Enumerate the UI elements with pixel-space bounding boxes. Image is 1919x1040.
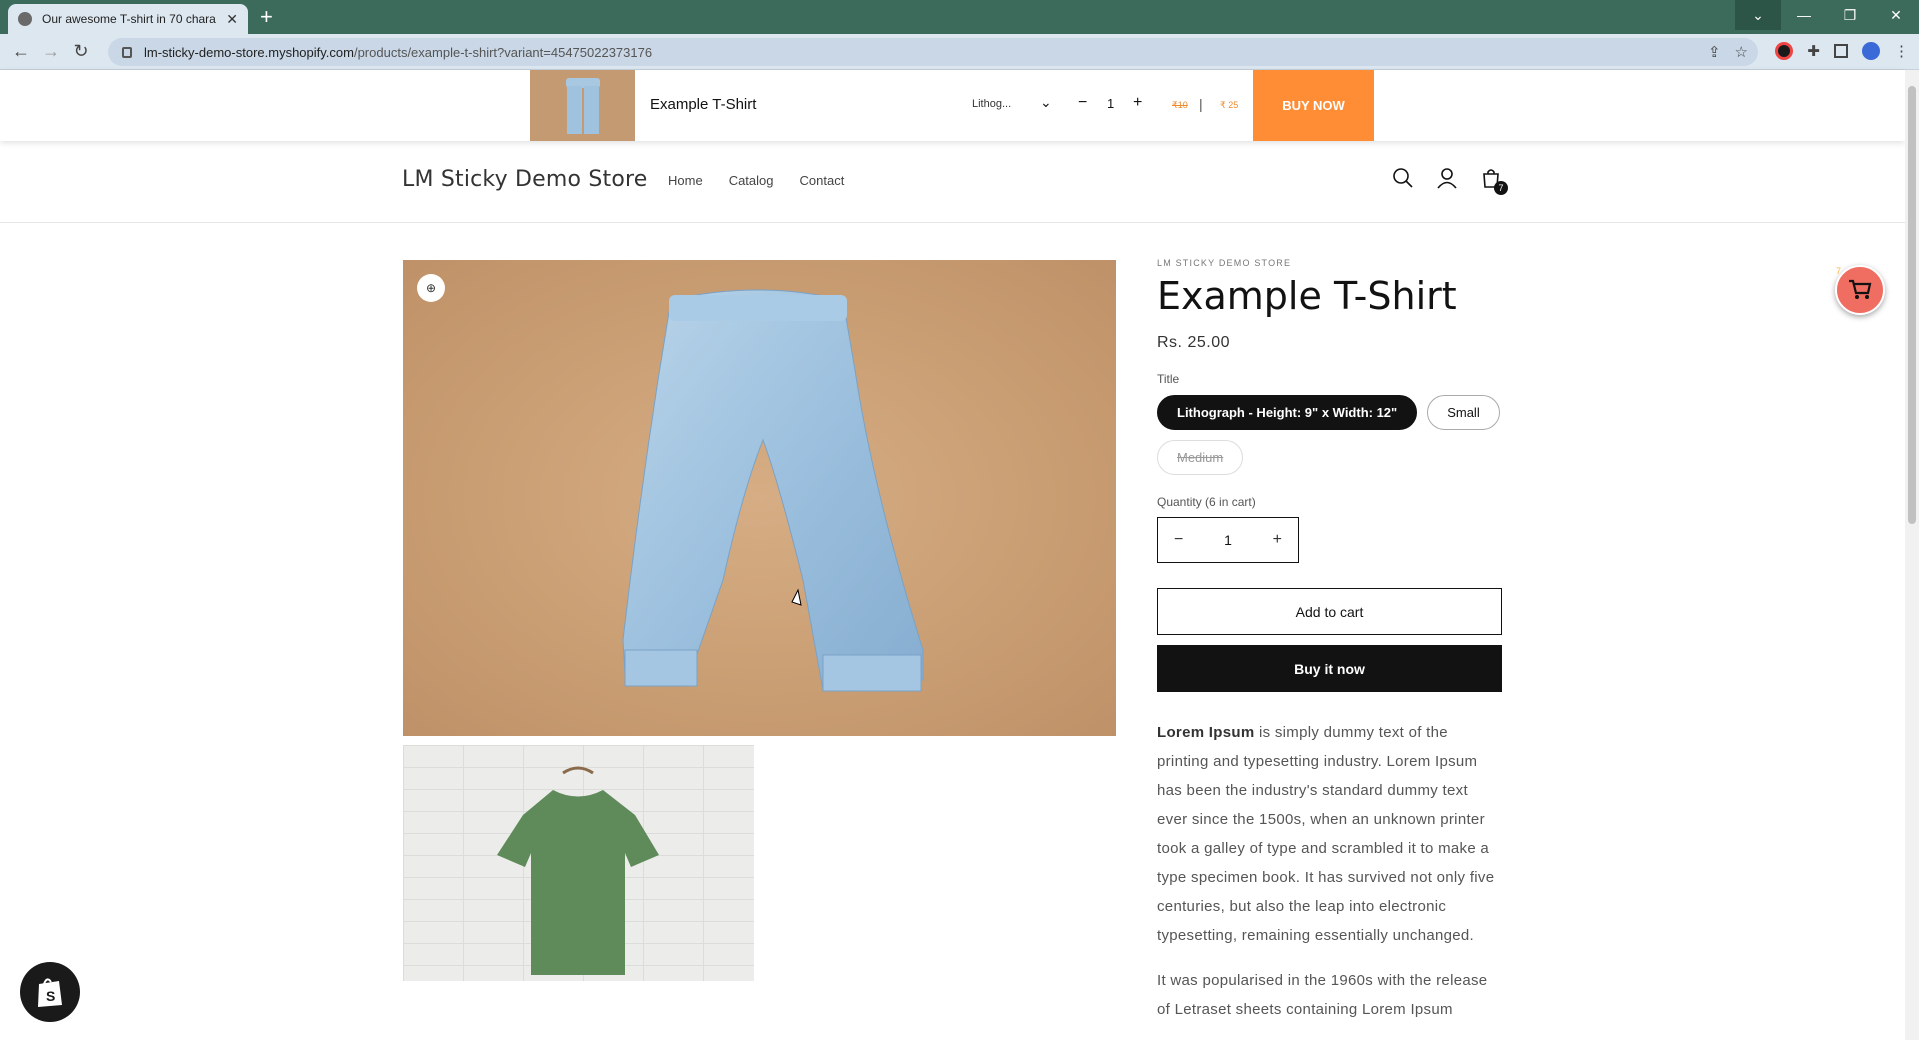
puzzle-icon[interactable]: ✚ — [1807, 42, 1820, 60]
quantity-plus-button[interactable]: + — [1273, 531, 1282, 549]
cart-count-badge: 7 — [1494, 181, 1508, 195]
sticky-price: ₹ 25 — [1220, 100, 1239, 110]
extension-icon[interactable] — [1775, 42, 1794, 60]
description-bold: Lorem Ipsum — [1157, 724, 1255, 741]
store-header: LM Sticky Demo Store Home Catalog Contac… — [0, 141, 1905, 223]
cart-icon[interactable]: 7 — [1480, 167, 1508, 195]
address-bar[interactable]: lm-sticky-demo-store.myshopify.com/produ… — [108, 38, 1758, 66]
tab-close-icon[interactable]: ✕ — [226, 11, 238, 28]
quantity-minus-button[interactable]: − — [1174, 531, 1183, 549]
side-panel-icon[interactable] — [1834, 44, 1848, 58]
variant-option-small[interactable]: Small — [1427, 395, 1500, 430]
share-icon[interactable]: ⇪ — [1708, 43, 1721, 61]
zoom-icon[interactable]: ⊕ — [417, 274, 445, 302]
cart-icon — [1849, 279, 1872, 299]
search-icon[interactable] — [1392, 167, 1414, 191]
jeans-thumbnail-image — [565, 77, 600, 134]
reload-icon[interactable]: ↻ — [66, 41, 96, 62]
nav-catalog[interactable]: Catalog — [729, 173, 774, 188]
sticky-product-name: Example T-Shirt — [650, 96, 757, 113]
variant-options: Lithograph - Height: 9" x Width: 12" Sma… — [1157, 395, 1502, 475]
close-window-button[interactable]: ✕ — [1873, 0, 1919, 30]
url-text[interactable]: lm-sticky-demo-store.myshopify.com/produ… — [144, 45, 652, 60]
product-price: Rs. 25.00 — [1157, 334, 1230, 351]
store-logo[interactable]: LM Sticky Demo Store — [402, 167, 648, 192]
buy-it-now-button[interactable]: Buy it now — [1157, 645, 1502, 692]
sticky-qty-value[interactable]: 1 — [1107, 96, 1114, 111]
extensions-area: ✚ ⋮ — [1775, 42, 1909, 60]
quantity-label: Quantity (6 in cart) — [1157, 495, 1256, 509]
jeans-image — [622, 289, 924, 692]
tab-search-icon[interactable]: ⌄ — [1735, 0, 1781, 30]
window-controls: ⌄ — ❐ ✕ — [1735, 0, 1919, 30]
new-tab-button[interactable]: + — [260, 4, 273, 30]
floating-cart-count: 7 — [1836, 266, 1842, 276]
scrollbar-thumb[interactable] — [1908, 86, 1916, 524]
description-text-1: is simply dummy text of the printing and… — [1157, 724, 1495, 944]
add-to-cart-button[interactable]: Add to cart — [1157, 588, 1502, 635]
url-path: /products/example-t-shirt?variant=454750… — [353, 44, 653, 60]
sticky-buy-now-button[interactable]: BUY NOW — [1253, 70, 1374, 141]
browser-tab[interactable]: Our awesome T-shirt in 70 chara ✕ — [8, 4, 248, 34]
sticky-compare-price: ₹10 — [1172, 100, 1188, 110]
quantity-stepper: − 1 + — [1157, 517, 1299, 563]
sticky-qty-plus-button[interactable]: + — [1133, 94, 1142, 112]
product-main-image[interactable]: ⊕ — [403, 260, 1116, 736]
product-info: LM STICKY DEMO STORE Example T-Shirt Rs.… — [1157, 258, 1502, 1024]
main-nav: Home Catalog Contact — [668, 173, 844, 188]
tab-title: Our awesome T-shirt in 70 chara — [42, 12, 216, 26]
nav-contact[interactable]: Contact — [800, 173, 845, 188]
tshirt-image — [497, 766, 659, 975]
variant-option-lithograph[interactable]: Lithograph - Height: 9" x Width: 12" — [1157, 395, 1418, 430]
restore-button[interactable]: ❐ — [1827, 0, 1873, 30]
description-paragraph: Lorem Ipsum is simply dummy text of the … — [1157, 718, 1502, 950]
price-separator: | — [1199, 96, 1203, 112]
sticky-variant-select[interactable]: Lithog... — [972, 98, 1011, 110]
shopify-chat-button[interactable]: S — [20, 962, 80, 1022]
profile-avatar[interactable] — [1862, 42, 1880, 60]
sticky-add-to-cart-bar: Example T-Shirt Lithog... ⌄ − 1 + ₹10 | … — [0, 70, 1905, 141]
chevron-down-icon[interactable]: ⌄ — [1040, 94, 1052, 111]
menu-kebab-icon[interactable]: ⋮ — [1894, 42, 1909, 60]
product-vendor: LM STICKY DEMO STORE — [1157, 258, 1292, 268]
minimize-button[interactable]: — — [1781, 0, 1827, 30]
option-label: Title — [1157, 372, 1180, 386]
back-icon[interactable]: ← — [6, 41, 36, 62]
url-host: lm-sticky-demo-store.myshopify.com — [144, 44, 354, 60]
quantity-input[interactable]: 1 — [1224, 532, 1232, 548]
shopify-bag-icon: S — [38, 978, 62, 1007]
browser-tab-bar: Our awesome T-shirt in 70 chara ✕ + ⌄ — … — [0, 0, 1919, 34]
product-thumbnail-tshirt[interactable] — [403, 745, 754, 981]
lock-icon — [122, 46, 132, 58]
tab-favicon-icon — [18, 12, 32, 26]
description-text-2: It was popularised in the 1960s with the… — [1157, 972, 1488, 1018]
variant-option-medium[interactable]: Medium — [1157, 440, 1244, 475]
sticky-product-thumbnail — [530, 70, 635, 141]
product-description: Lorem Ipsum is simply dummy text of the … — [1157, 718, 1502, 1024]
bookmark-star-icon[interactable]: ☆ — [1735, 43, 1748, 61]
nav-home[interactable]: Home — [668, 173, 703, 188]
header-icons: 7 — [1392, 167, 1508, 195]
forward-icon[interactable]: → — [36, 41, 66, 62]
floating-cart-button[interactable] — [1835, 265, 1885, 315]
svg-text:S: S — [46, 988, 55, 1004]
account-icon[interactable] — [1436, 167, 1458, 191]
product-title: Example T-Shirt — [1157, 274, 1457, 318]
browser-toolbar: ← → ↻ lm-sticky-demo-store.myshopify.com… — [0, 34, 1919, 70]
sticky-qty-minus-button[interactable]: − — [1078, 94, 1087, 112]
